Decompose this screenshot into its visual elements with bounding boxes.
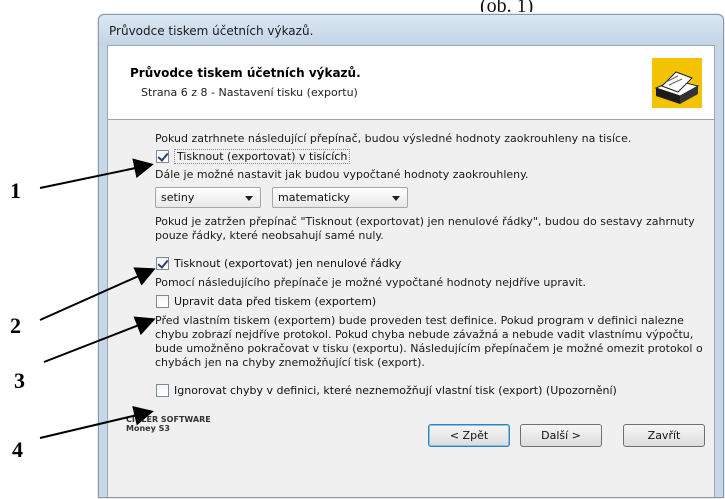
checkbox-unchecked-icon[interactable] (156, 384, 169, 397)
rounding-description: Dále je možné nastavit jak budou vypočta… (155, 168, 529, 181)
checkbox-checked-icon[interactable] (156, 150, 169, 163)
checkbox-label: Upravit data před tiskem (exportem) (174, 295, 377, 308)
annotation-1: 1 (10, 178, 21, 203)
definition-test-description: Před vlastním tiskem (exportem) bude pro… (155, 314, 703, 369)
checkbox-checked-icon[interactable] (156, 257, 169, 270)
checkbox-label: Tisknout (exportovat) jen nenulové řádky (174, 257, 402, 270)
wizard-client-area: Průvodce tiskem účetních výkazů. Strana … (107, 45, 715, 497)
brand-product: Money S3 (126, 424, 170, 433)
window-title: Průvodce tiskem účetních výkazů. (99, 15, 723, 45)
wizard-window: Průvodce tiskem účetních výkazů. Průvodc… (98, 14, 724, 498)
close-button[interactable]: Zavřít (623, 424, 705, 447)
thousands-description: Pokud zatrhnete následující přepínač, bu… (155, 132, 632, 145)
checkbox-edit-before-print[interactable]: Upravit data před tiskem (exportem) (156, 295, 376, 308)
precision-select[interactable]: setiny (155, 187, 261, 208)
annotation-3: 3 (14, 368, 25, 393)
annotation-4: 4 (12, 437, 23, 462)
cropped-caption: (ob. 1) (480, 0, 534, 12)
wizard-content: Pokud zatrhnete následující přepínač, bu… (108, 121, 714, 497)
chevron-down-icon (392, 196, 400, 201)
checkbox-print-in-thousands[interactable]: Tisknout (exportovat) v tisících (156, 149, 351, 164)
rounding-method-select-value: matematicky (278, 191, 350, 204)
nonzero-description: Pokud je zatržen přepínač "Tisknout (exp… (155, 215, 695, 242)
chevron-down-icon (245, 196, 253, 201)
checkbox-label: Ignorovat chyby v definici, které neznem… (174, 384, 617, 397)
checkbox-unchecked-icon[interactable] (156, 295, 169, 308)
checkbox-nonzero-rows[interactable]: Tisknout (exportovat) jen nenulové řádky (156, 257, 401, 270)
printer-wizard-icon (652, 58, 702, 108)
checkbox-ignore-errors[interactable]: Ignorovat chyby v definici, které neznem… (156, 384, 617, 397)
header-subtitle: Strana 6 z 8 - Nastavení tisku (exportu) (141, 86, 358, 99)
back-button[interactable]: < Zpět (428, 424, 510, 447)
checkbox-label: Tisknout (exportovat) v tisících (174, 149, 351, 164)
rounding-method-select[interactable]: matematicky (272, 187, 408, 208)
next-button[interactable]: Další > (520, 424, 602, 447)
brand-name: CÍGLER SOFTWARE (126, 415, 211, 424)
annotation-2: 2 (10, 313, 21, 338)
edit-description: Pomocí následujícího přepínače je možné … (155, 276, 587, 289)
header-title: Průvodce tiskem účetních výkazů. (130, 66, 361, 80)
wizard-header: Průvodce tiskem účetních výkazů. Strana … (108, 46, 714, 120)
precision-select-value: setiny (161, 191, 195, 204)
